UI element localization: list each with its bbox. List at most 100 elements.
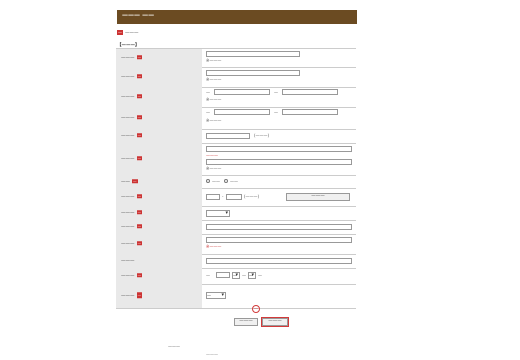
gender-female-radio[interactable] <box>224 179 228 183</box>
label-city: ——— <box>121 224 135 230</box>
year-label: — <box>206 273 210 278</box>
footer-links[interactable]: ——— <box>168 344 180 349</box>
row-email: ——— — ——— ※——— <box>116 143 356 176</box>
day-label: — <box>258 273 262 278</box>
registration-form: ——— — ※——— ——— — ※——— ——— — — — ※——— ——— — —… <box>116 48 356 309</box>
birth-month-select[interactable]: — <box>232 272 240 279</box>
postal-second-input[interactable] <box>226 194 242 200</box>
mei-label: — <box>274 90 278 95</box>
label-cell: ——— — <box>116 206 202 220</box>
step-marker: — <box>252 305 260 313</box>
label-cell: ——— — <box>116 129 202 143</box>
label-cell: ——— — <box>116 67 202 87</box>
postal-first-input[interactable] <box>206 194 220 200</box>
label-gender: —— <box>121 179 130 185</box>
label-email: ——— <box>121 156 135 162</box>
next-button[interactable]: ——— <box>261 317 289 327</box>
row-password: ——— — ※——— <box>116 49 356 68</box>
email-hint: ※——— <box>206 166 222 171</box>
label-cell: ——— — <box>116 49 202 67</box>
required-badge: — <box>136 94 143 99</box>
label-building: ——— <box>121 258 135 264</box>
page-header: ——— —— <box>117 10 357 24</box>
sei-kana-label: — <box>206 110 210 115</box>
postal-dash: - <box>222 194 224 199</box>
label-prefecture: ——— <box>121 210 135 216</box>
clear-button[interactable]: ——— <box>234 318 258 326</box>
label-address: ——— <box>121 241 135 247</box>
building-input[interactable] <box>206 258 352 264</box>
phone-input[interactable] <box>206 133 250 139</box>
row-birthday: ———— — — — — — <box>116 268 356 285</box>
first-name-input[interactable] <box>282 89 338 95</box>
required-badge: — <box>136 156 143 161</box>
label-cell: ——— <box>116 175 202 188</box>
row-name-kanji: ——— — — — ※——— <box>116 87 356 108</box>
required-badge: — <box>136 133 143 138</box>
required-badge: — <box>136 55 143 60</box>
label-cell: ——— — <box>116 268 202 284</box>
label-cell: ——— — <box>116 234 202 254</box>
birth-year-input[interactable] <box>216 272 230 278</box>
password-confirm-input[interactable] <box>206 70 300 76</box>
gender-male-label: —— <box>212 179 220 184</box>
postal-hint: (———) <box>244 194 260 199</box>
newsletter-select[interactable]: — <box>206 292 226 299</box>
label-cell: ——— — <box>116 87 202 107</box>
required-badge: — <box>117 30 123 35</box>
required-badge: — <box>132 178 138 183</box>
gender-female-label: —— <box>230 179 238 184</box>
row-phone: ——— — (———) <box>116 129 356 144</box>
name-kana-hint: ※——— <box>206 118 222 123</box>
last-name-kana-input[interactable] <box>214 109 270 115</box>
email-input[interactable] <box>206 146 352 152</box>
label-birthday: ——— <box>121 273 135 279</box>
row-gender: —— — —— —— <box>116 175 356 189</box>
gender-male-radio[interactable] <box>206 179 210 183</box>
label-phone: ——— <box>121 133 135 139</box>
label-cell: ——— <box>116 254 202 268</box>
address-lookup-button[interactable]: ——— <box>286 193 350 201</box>
last-name-input[interactable] <box>214 89 270 95</box>
label-name-kanji: ——— <box>121 94 135 100</box>
required-badge: — <box>136 292 143 299</box>
label-name-kana: ——— <box>121 115 135 121</box>
address-input[interactable] <box>206 237 352 243</box>
label-cell: ——— — <box>116 107 202 129</box>
required-note-text: ——— <box>125 31 139 36</box>
sei-label: — <box>206 90 210 95</box>
required-badge: — <box>136 194 143 199</box>
row-postal: ——— — - (———) ——— <box>116 188 356 207</box>
password-hint: ※——— <box>206 58 222 63</box>
row-name-kana: ——— — — — ※——— <box>116 107 356 130</box>
row-city: ——— — <box>116 220 356 235</box>
row-newsletter: ——— — — <box>116 284 356 309</box>
birth-day-select[interactable]: — <box>248 272 256 279</box>
label-cell: ——— — <box>116 188 202 206</box>
required-badge: — <box>136 74 143 79</box>
required-badge: — <box>136 241 143 246</box>
row-address: ——— — ※——— <box>116 234 356 255</box>
mei-kana-label: — <box>274 110 278 115</box>
password-input[interactable] <box>206 51 300 57</box>
row-password-confirm: ——— — ※——— <box>116 67 356 88</box>
email-confirm-input[interactable] <box>206 159 352 165</box>
label-cell: ——— — <box>116 143 202 175</box>
newsletter-value: — <box>207 293 211 298</box>
required-note: — ——— <box>117 30 139 36</box>
phone-hint: (———) <box>254 133 270 138</box>
label-newsletter: ——— <box>121 293 135 299</box>
first-name-kana-input[interactable] <box>282 109 338 115</box>
row-prefecture: ——— — <box>116 206 356 221</box>
prefecture-select[interactable] <box>206 210 230 217</box>
copyright: ——— <box>206 352 218 357</box>
row-building: ——— <box>116 254 356 269</box>
city-input[interactable] <box>206 224 352 230</box>
month-label: — <box>242 273 246 278</box>
label-cell: ——— — <box>116 284 202 308</box>
address-hint: ※——— <box>206 244 222 249</box>
label-postal: ——— <box>121 194 135 200</box>
birth-month-value: — <box>233 273 237 278</box>
label-password: ——— <box>121 55 135 61</box>
required-badge: — <box>136 273 143 278</box>
